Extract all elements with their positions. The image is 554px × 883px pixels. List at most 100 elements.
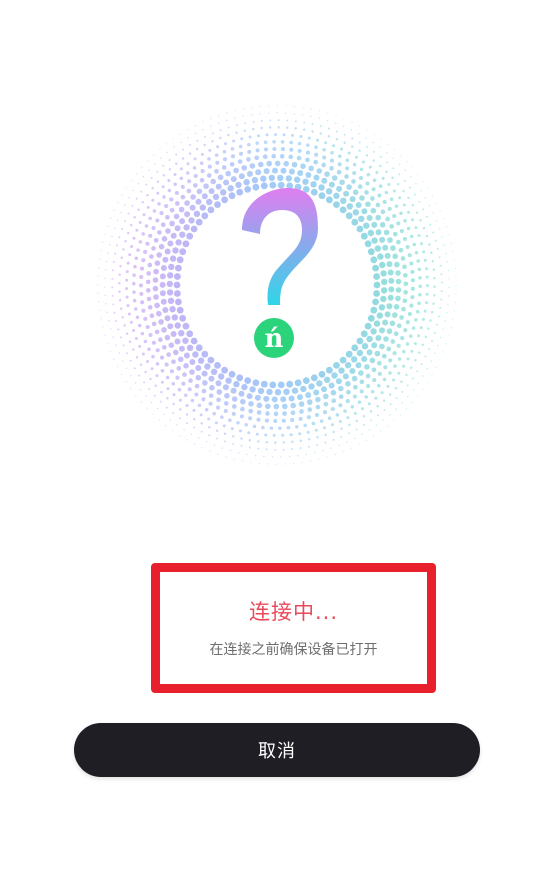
ring-dot [224,440,227,443]
ring-dot [402,264,407,270]
ring-dot [418,276,422,280]
ring-dot [178,206,185,213]
ring-dot [403,281,409,287]
ring-dot [377,371,382,376]
ring-dot [138,344,142,348]
ring-dot [179,408,182,411]
ring-dot [223,179,230,186]
ring-dot [262,154,268,160]
ring-dot [202,121,204,123]
ring-dot [158,319,164,325]
ring-dot [195,147,199,151]
ring-dot [280,140,285,144]
ring-dot [134,382,137,384]
ring-dot [331,398,337,404]
ring-dot [310,108,312,110]
ring-dot [244,122,247,125]
ring-dot [130,244,134,249]
ring-dot [120,256,124,260]
ring-dot [256,417,261,422]
ring-dot [371,187,376,192]
ring-dot [386,303,393,310]
ring-dot [429,223,432,226]
ring-dot [406,161,408,163]
ring-dot [118,352,120,354]
ring-dot [266,388,273,396]
ring-dot [289,433,293,437]
ring-dot [139,291,144,296]
ring-dot [98,267,100,269]
ring-dot [424,301,428,305]
ring-dot [170,331,177,337]
ring-dot [208,434,211,437]
ring-dot [392,312,398,318]
ring-dot [246,157,251,162]
ring-dot [361,208,368,215]
ring-dot [233,458,235,460]
ring-dot [388,277,395,284]
ring-dot [132,281,136,286]
ring-dot [142,213,146,217]
ring-dot [190,194,196,200]
ring-dot [195,374,202,381]
ring-dot [244,377,252,384]
ring-dot [331,372,338,379]
ring-dot [294,176,301,183]
ring-dot [169,207,175,213]
ring-dot [313,159,319,165]
ring-dot [348,423,351,427]
ring-dot [186,188,192,194]
ring-dot [125,270,129,274]
ring-dot [379,164,382,168]
ring-dot [179,231,186,238]
cancel-button[interactable]: 取消 [74,723,480,777]
ring-dot [154,384,158,387]
ring-dot [380,391,384,395]
ring-dot [435,202,437,204]
ring-dot [356,349,364,357]
ring-dot [139,363,143,367]
ring-dot [109,350,112,352]
ring-dot [200,422,203,425]
ring-dot [209,384,215,391]
ring-dot [118,299,122,302]
ring-dot [297,455,299,457]
ring-dot [248,401,254,407]
ring-dot [355,419,359,423]
ring-dot [368,165,372,169]
ring-dot [183,352,190,359]
ring-dot [422,180,424,182]
ring-dot [269,381,277,389]
ring-dot [409,234,414,239]
ring-dot [399,315,404,320]
ring-dot [192,166,197,170]
ring-dot [436,247,439,250]
ring-dot [104,286,106,288]
ring-dot [256,410,262,415]
ring-dot [406,384,409,387]
ring-dot [399,229,404,234]
ring-dot [399,211,403,216]
ring-dot [142,175,145,178]
ring-dot [147,347,151,351]
ring-dot [122,344,125,347]
ring-dot [214,168,219,174]
ring-dot [215,380,222,387]
ring-dot [141,201,145,204]
ring-dot [438,256,441,259]
ring-dot [370,196,375,201]
ring-dot [207,157,211,161]
ring-dot [380,209,386,215]
ring-dot [249,163,256,169]
ring-dot [222,157,228,162]
ring-dot [332,438,335,441]
ring-dot [248,135,252,139]
ring-dot [439,359,441,361]
ring-dot [159,290,166,297]
ring-dot [188,378,193,383]
ring-dot [294,379,302,387]
ring-dot [340,197,347,204]
ring-dot [391,176,394,180]
ring-dot [400,380,403,383]
ring-dot [238,173,245,180]
